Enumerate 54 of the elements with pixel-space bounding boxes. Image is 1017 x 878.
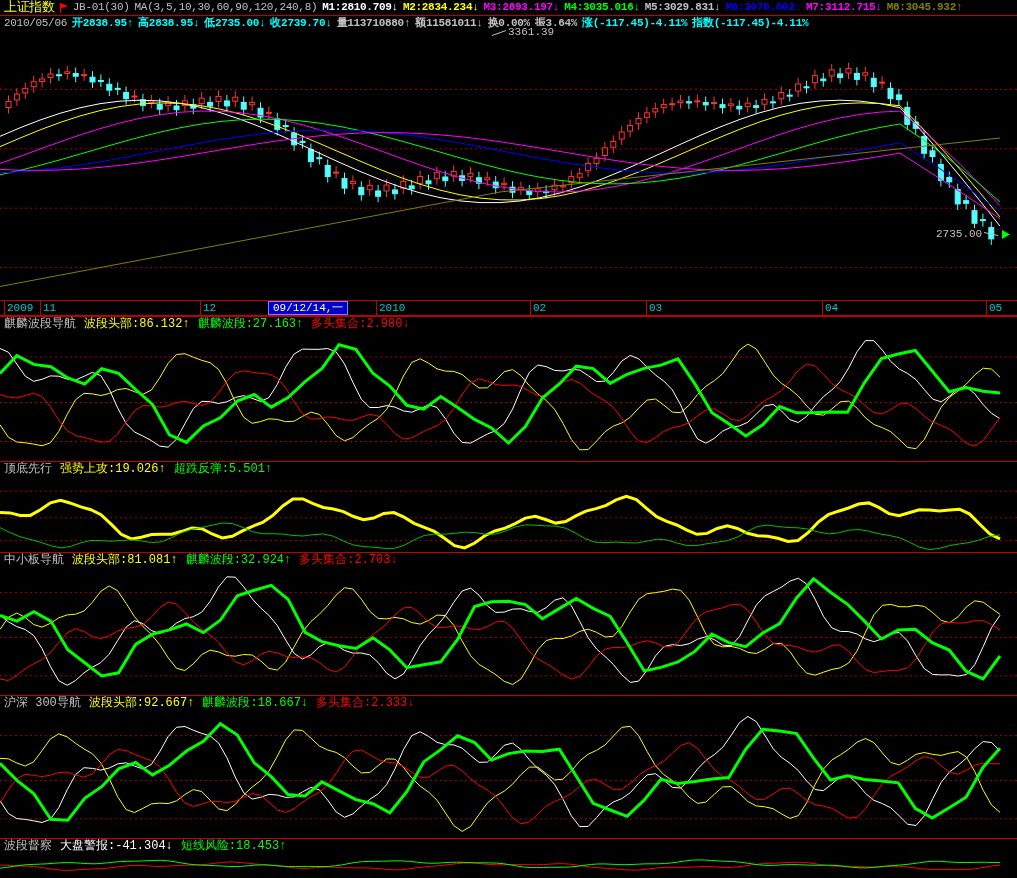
indicator-value: 波段头部:86.132↑: [84, 317, 190, 331]
indicator-value: 强势上攻:19.026↑: [60, 462, 166, 476]
indicator-value: 麒麟波段:32.924↑: [185, 553, 292, 567]
ma-value: M3:2893.197↓: [483, 0, 560, 15]
quote-date: 2010/05/06: [4, 16, 67, 30]
quote-value: 换0.00%: [487, 16, 530, 29]
indicator-value: 多头集合:2.333↓: [316, 696, 415, 710]
panel-title: 中小板导航: [4, 553, 64, 567]
ma-value: M7:3112.715↓: [806, 0, 882, 15]
triangle-icon: [1002, 230, 1010, 239]
time-axis-label: 02: [530, 301, 547, 315]
flag-icon: [59, 2, 68, 13]
time-axis-label: 2010: [376, 301, 406, 315]
ma-value: M1:2810.709↓: [322, 0, 398, 15]
panel-title: 顶底先行: [4, 462, 52, 476]
ma-value: M4:3035.016↓: [564, 0, 640, 15]
quote-value: 涨(-117.45)-4.11%: [582, 16, 688, 30]
quote-value: 高2838.95↓: [138, 16, 200, 30]
time-axis-label: 05: [986, 301, 1003, 315]
time-axis-label: 12: [200, 301, 217, 315]
indicator-name: JB-01(30): [72, 0, 130, 15]
indicator-value: 波段头部:81.081↑: [72, 553, 178, 567]
ma-params: MA(3,5,10,30,60,90,120,240,8): [134, 0, 318, 15]
leader-line: [984, 230, 998, 236]
leader-line: [492, 30, 506, 36]
ma-value: M6:3070.002↓: [725, 0, 801, 15]
quote-value: 额11581011↓: [415, 16, 483, 30]
high-price-label: 3361.39: [508, 26, 555, 38]
ma-value: M8:3045.932↑: [886, 0, 963, 15]
quote-value: 指数(-117.45)-4.11%: [692, 16, 809, 30]
indicator-value: 多头集合:2.980↓: [311, 317, 410, 331]
indicator-value: 波段头部:92.667↑: [88, 696, 195, 710]
panel-title: 沪深 300导航: [4, 696, 81, 710]
panel-title: 波段督察: [4, 839, 52, 853]
time-axis-label: 09/12/14,一: [268, 301, 349, 315]
indicator-value: 大盘警报:-41.304↓: [60, 839, 173, 853]
low-price-label: 2735.00: [936, 228, 983, 240]
indicator-value: 麒麟波段:18.667↓: [202, 696, 309, 710]
quote-value: 开2838.95↑: [72, 16, 134, 30]
time-axis-label: 11: [40, 301, 57, 315]
ma-value: M5:3029.831↓: [644, 0, 721, 15]
indicator-value: 麒麟波段:27.163↑: [197, 317, 304, 331]
time-axis-label: 2009: [4, 301, 34, 315]
quote-value: 量113710880↑: [336, 16, 411, 30]
quote-value: 低2735.00↓: [204, 16, 266, 30]
panel-title: 麒麟波段导航: [4, 317, 76, 331]
indicator-value: 超跌反弹:5.501↑: [173, 462, 273, 476]
quote-value: 收2739.70↓: [270, 16, 332, 30]
indicator-value: 多头集合:2.703↓: [299, 553, 398, 567]
time-axis-label: 04: [822, 301, 839, 315]
time-axis-label: 03: [646, 301, 663, 315]
ma-value: M2:2834.234↓: [402, 0, 479, 15]
index-title: 上证指数: [4, 0, 55, 15]
indicator-value: 短线风险:18.453↑: [180, 839, 287, 853]
